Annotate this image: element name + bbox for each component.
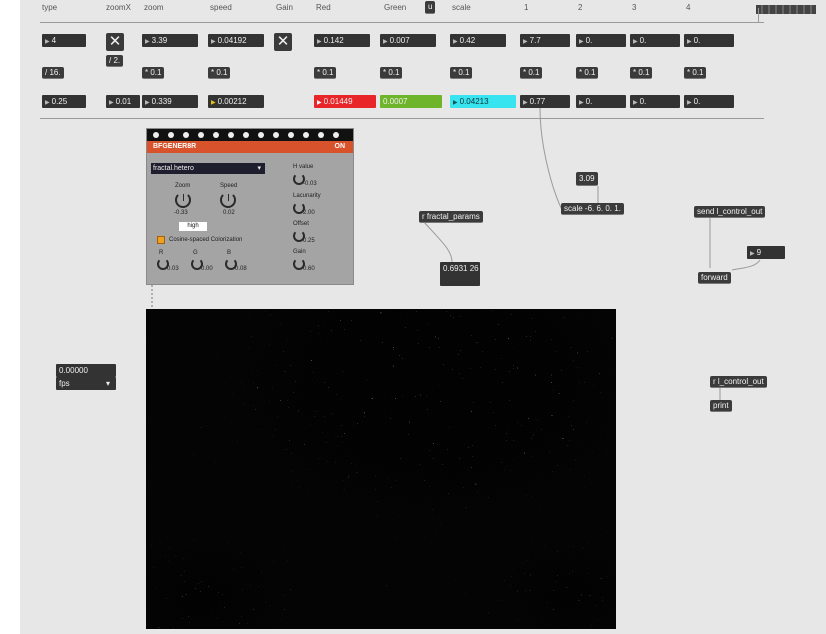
zoom-label: Zoom bbox=[175, 183, 191, 189]
object-send-control-out[interactable]: send l_control_out bbox=[694, 206, 766, 218]
fps-unit-menu[interactable]: fps ▾ bbox=[56, 377, 116, 390]
inlet-dot[interactable] bbox=[243, 132, 249, 138]
inlet-dot[interactable] bbox=[228, 132, 234, 138]
noise-render bbox=[146, 309, 616, 629]
fps-unit-label: fps bbox=[59, 379, 70, 388]
speed-value: 0.02 bbox=[223, 210, 235, 216]
patch-cord bbox=[731, 259, 761, 271]
b-value: 0.08 bbox=[235, 266, 247, 272]
preset-value: fractal.hetero bbox=[153, 165, 194, 172]
offset-label: Offset bbox=[293, 221, 309, 227]
inlet-dot[interactable] bbox=[288, 132, 294, 138]
g-value: 0.00 bbox=[201, 266, 213, 272]
r-label: R bbox=[159, 250, 164, 256]
gain-label: Gain bbox=[293, 249, 306, 255]
colorization-checkbox[interactable] bbox=[157, 236, 165, 244]
colorization-label: Cosine-spaced Colorization bbox=[169, 237, 243, 243]
lacunarity-value: 2.00 bbox=[303, 210, 315, 216]
hvalue-label: H value bbox=[293, 164, 314, 170]
patcher-canvas: type zoomX zoom speed Gain Red Green u s… bbox=[20, 0, 826, 634]
speed-dial[interactable] bbox=[220, 192, 236, 208]
offset-value: 0.25 bbox=[303, 238, 315, 244]
inlet-dot[interactable] bbox=[153, 132, 159, 138]
object-r-fractal-params[interactable]: r fractal_params bbox=[419, 211, 483, 223]
inlet-dot[interactable] bbox=[168, 132, 174, 138]
inlet-dot[interactable] bbox=[183, 132, 189, 138]
r-value: 0.03 bbox=[167, 266, 179, 272]
message-309[interactable]: 3.09 bbox=[576, 172, 598, 186]
message-fractal-value[interactable]: 0.6931 26 bbox=[440, 262, 480, 286]
lacunarity-label: Lacunarity bbox=[293, 193, 321, 199]
speed-label: Speed bbox=[220, 183, 238, 189]
gain-value: 0.60 bbox=[303, 266, 315, 272]
g-label: G bbox=[193, 250, 198, 256]
inlet-dot[interactable] bbox=[303, 132, 309, 138]
number-value: 9 bbox=[756, 248, 762, 257]
inlet-dot[interactable] bbox=[333, 132, 339, 138]
preset-menu[interactable]: fractal.hetero ▾ bbox=[151, 163, 265, 174]
fps-number: 0.00000 bbox=[56, 364, 116, 377]
chevron-down-icon: ▾ bbox=[257, 165, 261, 172]
object-r-control-out[interactable]: r l_control_out bbox=[710, 376, 767, 388]
object-forward[interactable]: forward bbox=[698, 272, 731, 284]
hvalue-value: -0.03 bbox=[303, 181, 317, 187]
object-scale[interactable]: scale -6. 6. 0. 1. bbox=[561, 203, 624, 215]
chevron-down-icon: ▾ bbox=[106, 379, 111, 388]
quality-button[interactable]: high bbox=[179, 222, 207, 231]
bfgen-title-bar: BFGENER8R ON bbox=[147, 141, 353, 153]
zoom-value: -0.33 bbox=[174, 210, 188, 216]
bfgener8r-panel: BFGENER8R ON fractal.hetero ▾ Zoom -0.33… bbox=[146, 128, 354, 285]
bfgen-name: BFGENER8R bbox=[153, 143, 197, 150]
inlet-dot[interactable] bbox=[198, 132, 204, 138]
inlets-strip bbox=[147, 129, 353, 141]
inlet-dot[interactable] bbox=[318, 132, 324, 138]
b-label: B bbox=[227, 250, 232, 256]
inlet-dot[interactable] bbox=[213, 132, 219, 138]
video-output-window bbox=[146, 309, 616, 629]
number-nine[interactable]: ▶ 9 bbox=[747, 246, 785, 259]
zoom-dial[interactable] bbox=[175, 192, 191, 208]
object-print[interactable]: print bbox=[710, 400, 732, 412]
bfgen-on-toggle[interactable]: ON bbox=[335, 141, 346, 153]
inlet-dot[interactable] bbox=[273, 132, 279, 138]
patch-cord bbox=[423, 221, 453, 263]
inlet-dot[interactable] bbox=[258, 132, 264, 138]
patch-cord bbox=[539, 107, 566, 216]
